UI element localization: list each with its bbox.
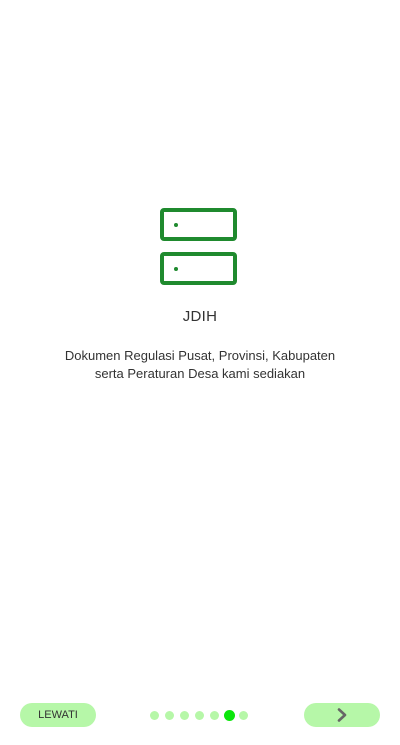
onboarding-footer: LEWATI [0, 703, 400, 727]
page-dot[interactable] [239, 710, 248, 720]
page-indicator [150, 709, 254, 721]
onboarding-slide: JDIH Dokumen Regulasi Pusat, Provinsi, K… [0, 208, 400, 383]
page-dot[interactable] [195, 710, 204, 720]
description-line-1: Dokumen Regulasi Pusat, Provinsi, Kabupa… [64, 348, 336, 363]
slide-description: Dokumen Regulasi Pusat, Provinsi, Kabupa… [40, 347, 360, 383]
slide-title: JDIH [182, 308, 218, 325]
next-button[interactable] [304, 703, 380, 727]
chevron-right-icon [337, 708, 347, 722]
page-dot[interactable] [150, 710, 159, 720]
description-line-2: serta Peraturan Desa kami sediakan [94, 366, 306, 381]
page-dot[interactable] [180, 710, 189, 720]
page-dot[interactable] [165, 710, 174, 720]
page-dot[interactable] [210, 710, 219, 720]
server-icon [160, 208, 237, 285]
page-dot-active[interactable] [224, 709, 235, 721]
skip-button[interactable]: LEWATI [20, 703, 96, 727]
